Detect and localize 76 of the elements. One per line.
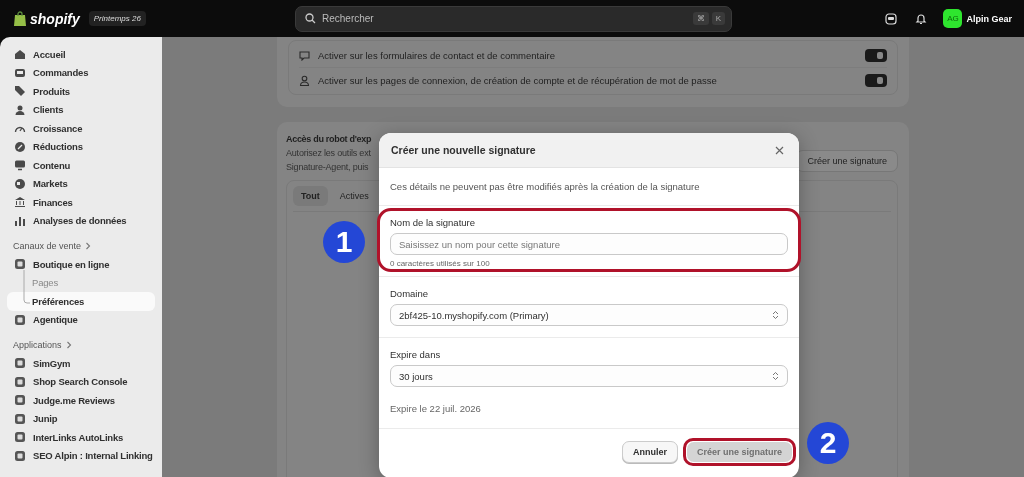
store-name[interactable]: Alpin Gear (966, 13, 1012, 24)
sidebar-item[interactable]: Contenu (7, 156, 155, 175)
chevron-up-down-icon (772, 310, 779, 320)
house-icon (14, 48, 26, 61)
field-label: Expire dans (390, 349, 442, 360)
sidebar-item[interactable]: Croissance (7, 119, 155, 138)
card-description: Signature-Agent, puis (286, 161, 370, 174)
sidebar-item[interactable]: Finances (7, 193, 155, 212)
search-input[interactable]: Rechercher (322, 13, 687, 24)
search-icon (305, 13, 316, 24)
field-label: Nom de la signature (390, 217, 477, 228)
bank-icon (14, 196, 26, 209)
sidebar-item[interactable]: InterLinks AutoLinks (7, 428, 155, 447)
app-icon (14, 375, 26, 388)
person-icon (299, 74, 310, 86)
filter-tab[interactable]: Tout (293, 186, 328, 206)
card-title: Accès du robot d'exp (286, 134, 372, 144)
sidebar-item[interactable]: Accueil (7, 45, 155, 64)
search-bar[interactable]: Rechercher ⌘ K (295, 5, 732, 32)
filter-tab[interactable]: Actives (331, 186, 377, 206)
select-field[interactable]: 30 jours (390, 365, 788, 387)
sidebar-item[interactable]: Judge.me Reviews (7, 391, 155, 410)
toggle-switch[interactable] (865, 73, 887, 87)
sidebar-item[interactable]: Analyses de données (7, 211, 155, 230)
edition-badge: Printemps 26 (88, 11, 146, 26)
chevron-right-icon (85, 242, 92, 250)
toggle-switch[interactable] (865, 48, 887, 62)
sidebar-item[interactable]: Junip (7, 409, 155, 428)
sidebar-item[interactable]: Produits (7, 82, 155, 101)
app-icon (14, 258, 26, 271)
card-description: Autorisez les outils ext (286, 147, 372, 160)
person-icon (14, 103, 26, 116)
tag-icon (14, 85, 26, 98)
badge-icon (14, 140, 26, 153)
app-icon (14, 412, 26, 425)
option-label: Activer sur les pages de connexion, de création de compte et de récupération de mot de passe (318, 74, 718, 86)
chevron-up-down-icon (772, 371, 779, 381)
app-icon (14, 357, 26, 370)
sidebar-item[interactable]: Markets (7, 174, 155, 193)
sidebar-item[interactable]: Commandes (7, 63, 155, 82)
cancel-button[interactable]: Annuler (621, 441, 678, 463)
brand-name: shopify (30, 10, 80, 27)
app-icon (14, 394, 26, 407)
shortcut-key: ⌘ (692, 12, 709, 25)
create-signature-button[interactable]: Créer une signature (796, 150, 898, 172)
avatar[interactable]: AG (943, 9, 963, 28)
tray-icon (14, 66, 26, 79)
speech-bubble-icon (299, 49, 310, 61)
option-label: Activer sur les formulaires de contact et de commentaire (318, 49, 557, 61)
sidebar-item[interactable]: Shop Search Console (7, 372, 155, 391)
app-icon (14, 431, 26, 444)
bell-icon (915, 12, 928, 25)
sidebar-item[interactable]: Boutique en ligne (7, 255, 155, 274)
sidebar-item[interactable]: Préférences (7, 292, 155, 311)
section-heading[interactable]: Applications (13, 340, 62, 350)
dialog-title: Créer une nouvelle signature (391, 144, 536, 156)
shopping-bag-icon (13, 10, 27, 27)
close-icon (775, 145, 784, 155)
section-heading[interactable]: Canaux de vente (13, 241, 82, 251)
sidebar-item[interactable]: SEO Alpin : Internal Linking (7, 446, 155, 465)
sidebar-item[interactable]: Réductions (7, 137, 155, 156)
sidebar-item[interactable]: SimGym (7, 354, 155, 373)
sidebar-item[interactable]: Clients (7, 100, 155, 119)
select-field[interactable]: 2bf425-10.myshopify.com (Primary) (390, 304, 788, 326)
shortcut-key: K (711, 12, 725, 25)
app-icon (14, 313, 26, 326)
bar-chart-icon (14, 214, 26, 227)
dialog-note: Ces détails ne peuvent pas être modifiés après la création de la signature (390, 181, 700, 192)
app-icon (14, 449, 26, 462)
monitor-icon (14, 159, 26, 172)
field-label: Domaine (390, 288, 430, 299)
help-text: 0 caractères utilisés sur 100 (390, 259, 491, 268)
help-text: Expire le 22 juil. 2026 (390, 403, 482, 414)
chevron-right-icon (65, 341, 72, 349)
sidebar-item[interactable]: Agentique (7, 310, 155, 329)
name-field[interactable]: Saisissez un nom pour cette signature (390, 233, 788, 255)
